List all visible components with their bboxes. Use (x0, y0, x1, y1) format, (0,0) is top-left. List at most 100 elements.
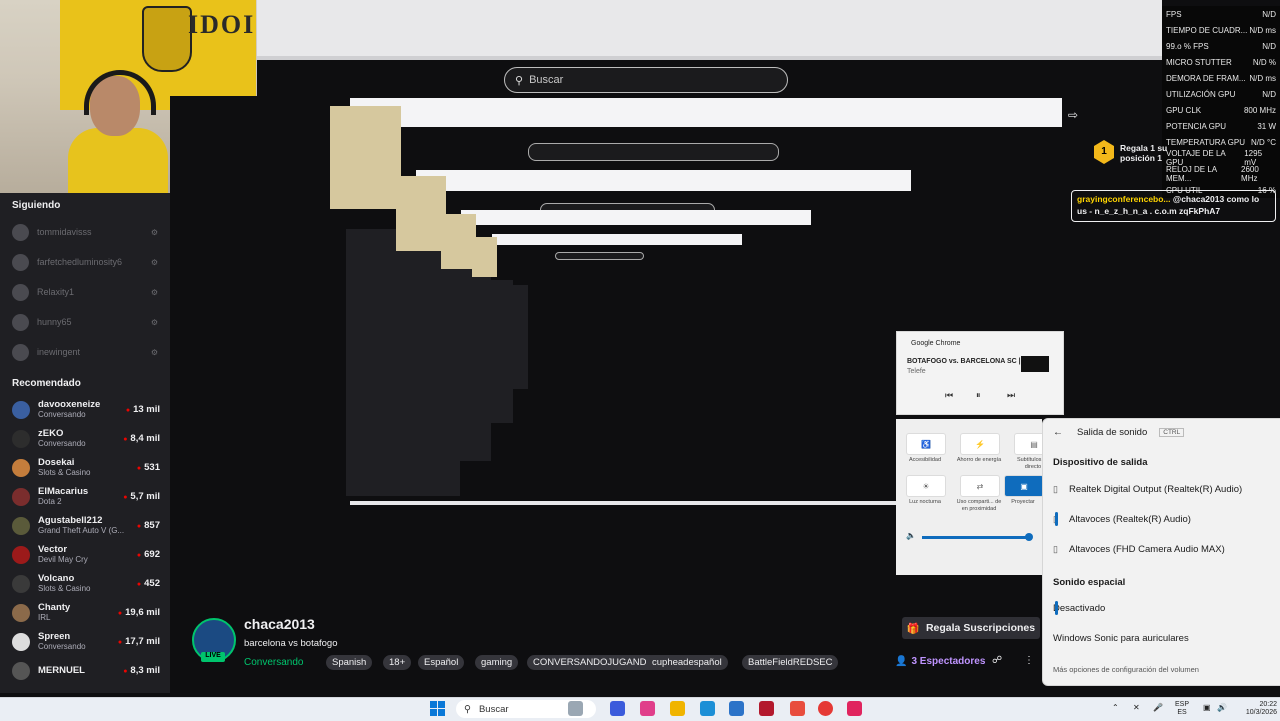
wifi-icon[interactable]: ⌃ (1112, 703, 1119, 712)
recommended-channel[interactable]: MERNUEL 8,3 mil (0, 656, 170, 685)
recommended-channel-name: Vector (38, 544, 68, 555)
avatar (12, 661, 30, 680)
output-device-label: Realtek Digital Output (Realtek(R) Audio… (1069, 483, 1243, 495)
recommended-channel[interactable]: DosekaiSlots & Casino 531 (0, 453, 170, 482)
windows-start-icon[interactable] (430, 701, 445, 716)
clock[interactable]: 20:22 10/3/2026 (1229, 701, 1277, 717)
fps-row: POTENCIA GPU 31 W (1162, 118, 1280, 134)
followed-channel-name: tommidavisss (37, 227, 92, 237)
chat-username[interactable]: grayingconferencebo... (1077, 194, 1171, 204)
spatial-sound-label: Desactivado (1053, 602, 1106, 614)
file-explorer-icon[interactable] (670, 701, 685, 716)
fps-row: VOLTAJE DE LA GPU 1295 mV (1162, 149, 1280, 167)
followed-channel[interactable]: Relaxity1 ⚙ (0, 277, 170, 307)
fps-value: 2600 MHz (1241, 165, 1259, 183)
recommended-channel[interactable]: Agustabell212Grand Theft Auto V (G... 857 (0, 511, 170, 540)
followed-channel[interactable]: inewingent ⚙ (0, 337, 170, 367)
spatial-sound-option[interactable]: Desactivado (1053, 594, 1273, 622)
quick-toggle[interactable]: ⚡ (960, 433, 1000, 455)
team-crest (142, 6, 192, 72)
quick-toggle[interactable]: ⇄ (960, 475, 1000, 497)
edge-icon[interactable] (700, 701, 715, 716)
recommended-channel[interactable]: SpreenConversando 17,7 mil (0, 627, 170, 656)
recommended-channel[interactable]: davooxeneizeConversando 13 mil (0, 395, 170, 424)
recommended-channel[interactable]: ElMacariusDota 2 5,7 mil (0, 482, 170, 511)
chrome-icon[interactable] (818, 701, 833, 716)
stream-tag[interactable]: CONVERSANDOJUGANDO (527, 655, 660, 670)
fps-row: GPU CLK 800 MHz (1162, 102, 1280, 118)
stream-tag[interactable]: cupheadespañol (646, 655, 728, 670)
stream-tag[interactable]: gaming (475, 655, 519, 670)
recommended-channel[interactable]: VolcanoSlots & Casino 452 (0, 569, 170, 598)
followed-channel[interactable]: hunny65 ⚙ (0, 307, 170, 337)
offline-icon: ⚙ (150, 227, 158, 237)
network-icon[interactable]: ✕ (1133, 703, 1140, 712)
copilot-icon[interactable] (640, 701, 655, 716)
clock-date: 10/3/2026 (1245, 709, 1277, 716)
viewer-count: 👤 3 Espectadores (895, 656, 985, 667)
quick-toggle[interactable]: ♿ (906, 433, 946, 455)
output-device-option[interactable]: ▯ Altavoces (FHD Camera Audio MAX) (1053, 535, 1273, 563)
taskbar-search-placeholder: Buscar (478, 703, 509, 715)
output-device-option[interactable]: ▯Altavoces (Realtek(R) Audio) (1053, 505, 1273, 533)
stream-tag[interactable]: Spanish (326, 655, 373, 670)
quick-toggle[interactable]: ▣ (1004, 475, 1044, 497)
fps-row: MICRO STUTTER N/D % (1162, 54, 1280, 70)
captions-icon: ▤ (1030, 439, 1038, 449)
recommended-channel[interactable]: zEKOConversando 8,4 mil (0, 424, 170, 453)
recommended-channel-name: MERNUEL (38, 665, 85, 676)
zoom-icon[interactable] (610, 701, 625, 716)
followed-channel[interactable]: farfetchedluminosity6 ⚙ (0, 247, 170, 277)
store-icon[interactable] (729, 701, 744, 716)
collapse-chat-icon[interactable]: ⇨ (1068, 108, 1078, 122)
battery-saver-icon: ⚡ (975, 439, 985, 449)
spatial-sound-option[interactable]: Windows Sonic para auriculares (1053, 624, 1273, 652)
streamer (68, 70, 168, 193)
more-icon[interactable]: ⋮ (1024, 655, 1034, 666)
fps-overlay: FPS N/D TIEMPO DE CUADR... N/D ms 99.o % FPS… (1162, 6, 1280, 198)
volume-slider[interactable] (922, 533, 1033, 541)
volume-knob[interactable] (1025, 533, 1033, 541)
output-device-option[interactable]: ▯ Realtek Digital Output (Realtek(R) Audi… (1053, 475, 1273, 503)
recommended-channel[interactable]: VectorDevil May Cry 692 (0, 540, 170, 569)
stream-category[interactable]: Conversando (244, 657, 303, 668)
widgets-icon[interactable] (568, 701, 583, 716)
stream-tag[interactable]: Español (418, 655, 465, 670)
back-arrow-icon[interactable]: ← (1053, 427, 1063, 438)
next-icon[interactable]: ⏭ (1007, 390, 1015, 401)
followed-channel[interactable]: tommidavisss ⚙ (0, 217, 170, 247)
previous-icon[interactable]: ⏮ (945, 390, 953, 401)
app-icon[interactable] (759, 701, 774, 716)
share-icon[interactable]: ☍ (992, 655, 1002, 666)
recommended-viewers: 8,4 mil (123, 433, 160, 444)
nested-browser-bar (416, 170, 911, 191)
fps-value: N/D ms (1249, 73, 1276, 83)
more-volume-settings-link[interactable]: Más opciones de configuración del volume… (1053, 665, 1199, 674)
gift-subscriptions-button[interactable]: 🎁 Regala Suscripciones (902, 617, 1040, 639)
display-icon[interactable]: ▣ (1203, 703, 1211, 712)
channel-name[interactable]: chaca2013 (244, 616, 315, 632)
fps-label: GPU CLK (1166, 105, 1202, 115)
microphone-icon[interactable]: 🎤 (1153, 703, 1163, 712)
recommended-title: Recomendado (12, 377, 81, 389)
avatar (12, 400, 30, 419)
avatar (12, 313, 29, 331)
volume-icon[interactable]: 🔊 (1217, 703, 1227, 712)
stream-tag[interactable]: BattleFieldREDSEC (742, 655, 839, 670)
search-input[interactable]: ⚲ Buscar (504, 67, 788, 93)
speaker-icon[interactable]: 🔈 (906, 531, 916, 540)
avatar (12, 603, 30, 622)
pause-icon[interactable]: ⏸ (976, 390, 981, 401)
language-indicator[interactable]: ESP ES (1175, 701, 1189, 717)
stream-tag[interactable]: 18+ (383, 655, 412, 670)
nested-webcam (441, 214, 476, 270)
recommended-channel-game: Dota 2 (38, 497, 62, 506)
recommended-channel[interactable]: ChantyIRL 19,6 mil (0, 598, 170, 627)
tiktok-icon[interactable] (847, 701, 862, 716)
search-placeholder: Buscar (529, 74, 564, 86)
recommended-channel-game: Conversando (38, 642, 86, 651)
media-app-icon[interactable] (790, 701, 805, 716)
fps-value: N/D (1262, 41, 1276, 51)
quick-toggle[interactable]: ☀ (906, 475, 946, 497)
accessibility-icon: ♿ (921, 439, 931, 449)
